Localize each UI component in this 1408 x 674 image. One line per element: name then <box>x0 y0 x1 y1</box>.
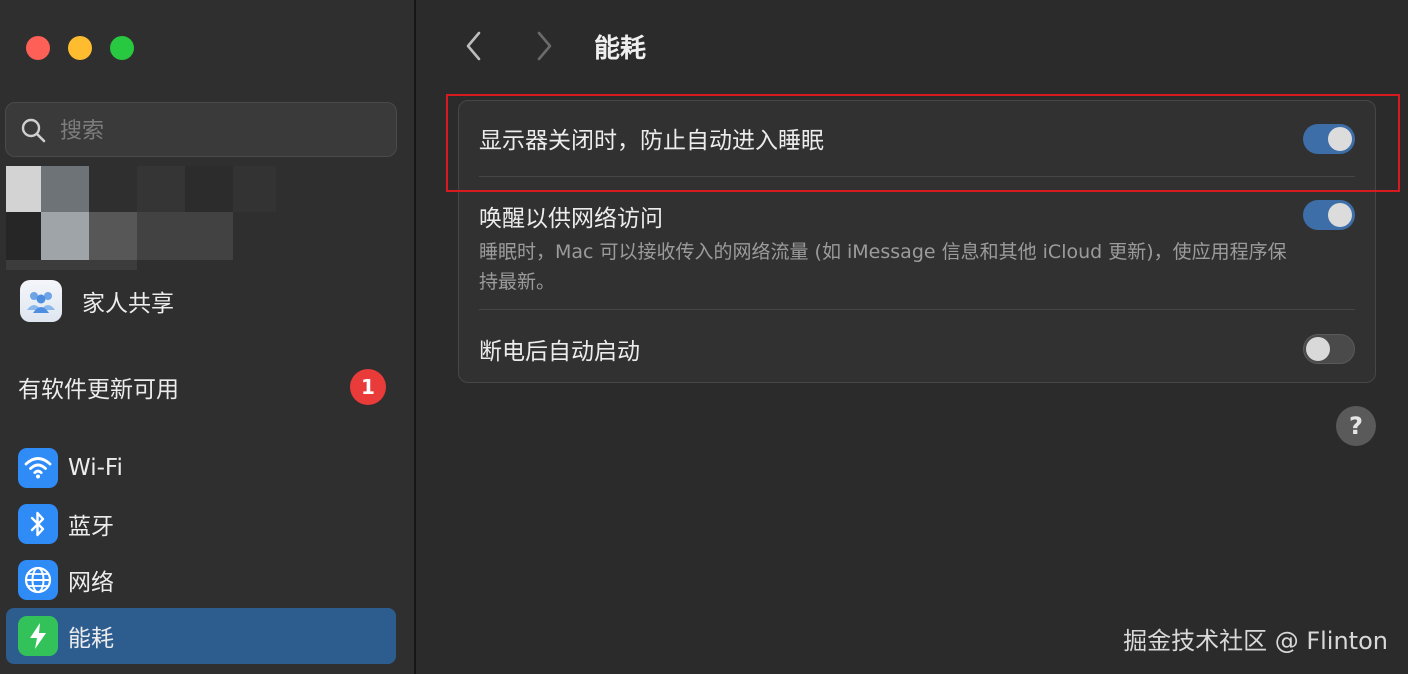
bolt-icon <box>18 616 58 656</box>
zoom-window-button[interactable] <box>110 36 134 60</box>
sidebar-item-network[interactable]: 网络 <box>6 552 396 608</box>
traffic-lights <box>26 36 134 60</box>
update-count-badge: 1 <box>350 369 386 405</box>
globe-icon <box>18 560 58 600</box>
setting-label: 断电后自动启动 <box>479 339 640 365</box>
energy-settings-panel: 显示器关闭时，防止自动进入睡眠 唤醒以供网络访问 睡眠时，Mac 可以接收传入的… <box>458 100 1376 383</box>
chevron-left-icon <box>466 31 481 61</box>
prevent-sleep-toggle[interactable] <box>1303 124 1355 154</box>
bluetooth-icon <box>18 504 58 544</box>
setting-row-wake-network: 唤醒以供网络访问 睡眠时，Mac 可以接收传入的网络流量 (如 iMessage… <box>479 199 1355 297</box>
content-pane: 能耗 显示器关闭时，防止自动进入睡眠 唤醒以供网络访问 睡眠时，Mac 可以接收… <box>418 0 1408 674</box>
sidebar-item-bluetooth[interactable]: 蓝牙 <box>6 496 396 552</box>
wifi-icon <box>18 448 58 488</box>
chevron-right-icon <box>537 31 552 61</box>
software-update-label: 有软件更新可用 <box>18 377 179 403</box>
setting-label: 显示器关闭时，防止自动进入睡眠 <box>479 128 824 154</box>
back-button[interactable] <box>456 28 492 64</box>
wake-network-toggle[interactable] <box>1303 200 1355 230</box>
setting-row-auto-start: 断电后自动启动 <box>479 332 1355 366</box>
close-window-button[interactable] <box>26 36 50 60</box>
toggle-knob <box>1306 337 1330 361</box>
search-icon <box>21 118 46 143</box>
search-field[interactable] <box>5 102 397 157</box>
sidebar-item-energy[interactable]: 能耗 <box>6 608 396 664</box>
family-sharing-label: 家人共享 <box>82 291 174 317</box>
software-update-item[interactable]: 有软件更新可用 1 <box>18 366 386 408</box>
minimize-window-button[interactable] <box>68 36 92 60</box>
sidebar-item-label: 能耗 <box>68 626 114 652</box>
sidebar-item-label: 蓝牙 <box>68 514 114 540</box>
family-icon <box>20 280 62 322</box>
forward-button[interactable] <box>526 28 562 64</box>
sidebar-item-label: 网络 <box>68 570 114 596</box>
search-input[interactable] <box>58 113 382 149</box>
sidebar: 家人共享 有软件更新可用 1 Wi-Fi 蓝牙 <box>0 0 416 674</box>
divider <box>479 309 1355 310</box>
page-title: 能耗 <box>594 34 647 64</box>
toggle-knob <box>1328 203 1352 227</box>
account-avatar-pixelated[interactable] <box>6 166 276 270</box>
setting-description: 睡眠时，Mac 可以接收传入的网络流量 (如 iMessage 信息和其他 iC… <box>479 241 1287 293</box>
family-sharing-item[interactable]: 家人共享 <box>20 278 400 324</box>
help-button[interactable]: ? <box>1336 406 1376 446</box>
divider <box>479 176 1355 177</box>
sidebar-item-wifi[interactable]: Wi-Fi <box>6 440 396 496</box>
setting-row-prevent-sleep: 显示器关闭时，防止自动进入睡眠 <box>479 121 1355 155</box>
toggle-knob <box>1328 127 1352 151</box>
setting-label: 唤醒以供网络访问 <box>479 206 663 232</box>
watermark: 掘金技术社区 @ Flinton <box>1123 627 1388 655</box>
settings-window: 家人共享 有软件更新可用 1 Wi-Fi 蓝牙 <box>0 0 1408 674</box>
auto-start-toggle[interactable] <box>1303 334 1355 364</box>
sidebar-item-label: Wi-Fi <box>68 455 123 481</box>
